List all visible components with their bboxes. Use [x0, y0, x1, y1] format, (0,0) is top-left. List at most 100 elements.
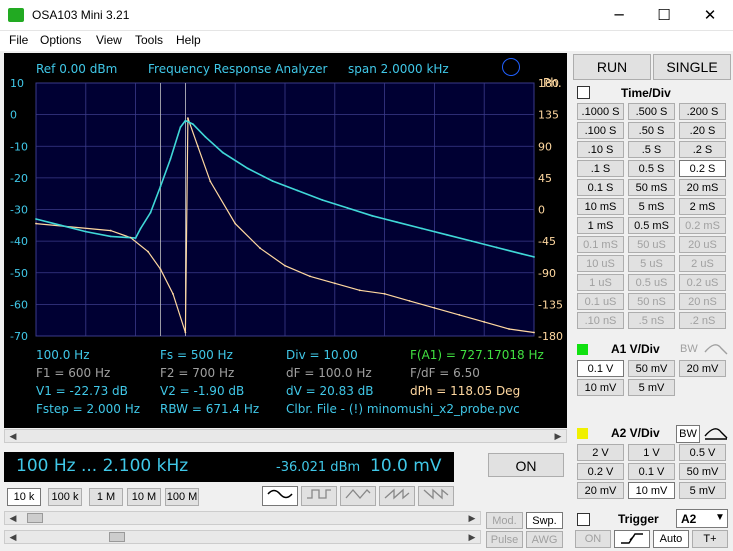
range-10m-button[interactable]: 10 M: [127, 488, 161, 506]
saw-down-icon[interactable]: [418, 486, 454, 506]
timediv-button[interactable]: 0.5 uS: [628, 274, 675, 291]
run-button[interactable]: RUN: [573, 54, 651, 80]
timediv-button[interactable]: 50 mS: [628, 179, 675, 196]
timediv-button[interactable]: .200 S: [679, 103, 726, 120]
range-10k-button[interactable]: 10 k: [7, 488, 41, 506]
timediv-button[interactable]: 20 nS: [679, 293, 726, 310]
scroll-left-icon[interactable]: ◀: [5, 429, 21, 443]
timediv-button[interactable]: 5 mS: [628, 198, 675, 215]
timediv-button[interactable]: 0.5 S: [628, 160, 675, 177]
a2-vdiv-button[interactable]: 50 mV: [679, 463, 726, 480]
a2-vdiv-button[interactable]: 2 V: [577, 444, 624, 461]
a2-vdiv-button[interactable]: 20 mV: [577, 482, 624, 499]
timediv-button[interactable]: 0.2 S: [679, 160, 726, 177]
sine-icon[interactable]: [262, 486, 298, 506]
timediv-button[interactable]: 2 uS: [679, 255, 726, 272]
timediv-button[interactable]: .50 S: [628, 122, 675, 139]
output-level: -36.021 dBm: [276, 460, 361, 475]
trigger-tplus-button[interactable]: T+: [692, 530, 728, 548]
level-thumb[interactable]: [109, 532, 125, 542]
level-right-icon[interactable]: ▶: [464, 530, 480, 544]
timediv-button[interactable]: .5 S: [628, 141, 675, 158]
sweep-button[interactable]: Swp.: [526, 512, 563, 529]
close-button[interactable]: ✕: [687, 0, 733, 30]
timediv-button[interactable]: .10 nS: [577, 312, 624, 329]
trigger-on-button[interactable]: ON: [575, 530, 611, 548]
saw-up-icon[interactable]: [379, 486, 415, 506]
a2-vdiv-button[interactable]: 0.5 V: [679, 444, 726, 461]
timediv-button[interactable]: 2 mS: [679, 198, 726, 215]
timediv-button[interactable]: .20 S: [679, 122, 726, 139]
timediv-button[interactable]: 10 mS: [577, 198, 624, 215]
level-slider[interactable]: ◀ ▶: [4, 530, 481, 544]
timediv-button[interactable]: .2 S: [679, 141, 726, 158]
menu-help[interactable]: Help: [176, 33, 201, 47]
square-icon[interactable]: [301, 486, 337, 506]
awg-button[interactable]: AWG: [526, 531, 563, 548]
pulse-button[interactable]: Pulse: [486, 531, 523, 548]
mod-button[interactable]: Mod.: [486, 512, 523, 529]
level-left-icon[interactable]: ◀: [5, 530, 21, 544]
a2-bw-filter-icon[interactable]: [703, 426, 729, 443]
minimize-button[interactable]: ─: [596, 0, 642, 30]
frequency-slider[interactable]: ◀ ▶: [4, 511, 481, 525]
a1-vdiv-button[interactable]: 0.1 V: [577, 360, 624, 377]
slider-right-icon[interactable]: ▶: [464, 511, 480, 525]
slider-thumb[interactable]: [27, 513, 43, 523]
plot-scrollbar[interactable]: ◀ ▶: [4, 429, 567, 443]
a2-bw-button[interactable]: BW: [676, 425, 700, 443]
a2-vdiv-button[interactable]: 0.1 V: [628, 463, 675, 480]
range-100m-button[interactable]: 100 M: [165, 488, 199, 506]
timediv-button[interactable]: 0.1 S: [577, 179, 624, 196]
timediv-button[interactable]: .2 nS: [679, 312, 726, 329]
slider-left-icon[interactable]: ◀: [5, 511, 21, 525]
trigger-edge-icon[interactable]: [614, 530, 650, 548]
a1-vdiv-button[interactable]: 5 mV: [628, 379, 675, 396]
timediv-button[interactable]: .5 nS: [628, 312, 675, 329]
a2-vdiv-button[interactable]: 10 mV: [628, 482, 675, 499]
timediv-button[interactable]: 0.1 uS: [577, 293, 624, 310]
timediv-button[interactable]: 50 uS: [628, 236, 675, 253]
timediv-button[interactable]: .1000 S: [577, 103, 624, 120]
range-100k-button[interactable]: 100 k: [48, 488, 82, 506]
a2-vdiv-button[interactable]: 5 mV: [679, 482, 726, 499]
timediv-button[interactable]: .100 S: [577, 122, 624, 139]
menu-options[interactable]: Options: [40, 33, 81, 47]
a1-bw-filter-icon[interactable]: [703, 342, 729, 359]
timediv-button[interactable]: .10 S: [577, 141, 624, 158]
triangle-icon[interactable]: [340, 486, 376, 506]
trigger-checkbox[interactable]: [577, 513, 590, 526]
a1-vdiv-button[interactable]: 20 mV: [679, 360, 726, 377]
a1-vdiv-button[interactable]: 10 mV: [577, 379, 624, 396]
timediv-button[interactable]: 0.5 mS: [628, 217, 675, 234]
timediv-button[interactable]: 20 mS: [679, 179, 726, 196]
phase-point: [159, 268, 162, 271]
menu-view[interactable]: View: [96, 33, 122, 47]
timediv-button[interactable]: 20 uS: [679, 236, 726, 253]
a1-vdiv-button[interactable]: 50 mV: [628, 360, 675, 377]
menu-file[interactable]: File: [9, 33, 28, 47]
single-button[interactable]: SINGLE: [653, 54, 731, 80]
timediv-button[interactable]: .500 S: [628, 103, 675, 120]
a1-bw-label[interactable]: BW: [680, 343, 698, 355]
trigger-source-select[interactable]: A2 ▼: [676, 509, 728, 528]
a2-vdiv-button[interactable]: 1 V: [628, 444, 675, 461]
timediv-button[interactable]: 5 uS: [628, 255, 675, 272]
timediv-button[interactable]: 0.1 mS: [577, 236, 624, 253]
menu-tools[interactable]: Tools: [135, 33, 163, 47]
maximize-button[interactable]: ☐: [641, 0, 687, 30]
generator-on-button[interactable]: ON: [488, 453, 564, 477]
trigger-auto-button[interactable]: Auto: [653, 530, 689, 548]
timediv-button[interactable]: 0.2 uS: [679, 274, 726, 291]
timediv-button[interactable]: 50 nS: [628, 293, 675, 310]
phase-point: [358, 289, 361, 292]
a2-vdiv-button[interactable]: 0.2 V: [577, 463, 624, 480]
timediv-button[interactable]: 0.2 mS: [679, 217, 726, 234]
timediv-checkbox[interactable]: [577, 86, 590, 99]
timediv-button[interactable]: 1 uS: [577, 274, 624, 291]
range-1m-button[interactable]: 1 M: [89, 488, 123, 506]
scroll-right-icon[interactable]: ▶: [550, 429, 566, 443]
timediv-button[interactable]: .1 S: [577, 160, 624, 177]
timediv-button[interactable]: 10 uS: [577, 255, 624, 272]
timediv-button[interactable]: 1 mS: [577, 217, 624, 234]
